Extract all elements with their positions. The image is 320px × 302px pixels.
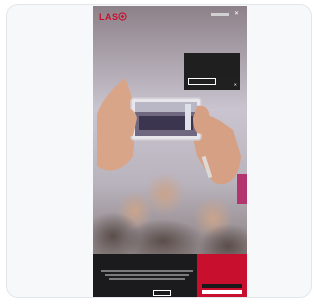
site-header: LAS ✕ bbox=[93, 6, 247, 28]
cookie-settings-button[interactable] bbox=[202, 290, 242, 294]
cookie-accept-button[interactable] bbox=[202, 284, 242, 288]
hero-cta-button[interactable] bbox=[153, 290, 171, 296]
logo-mark-icon bbox=[118, 12, 127, 21]
cookie-consent-panel bbox=[197, 254, 247, 297]
hero-text-line bbox=[109, 278, 185, 280]
mobile-page-screenshot: LAS ✕ ✕ bbox=[93, 6, 247, 297]
close-icon[interactable]: ✕ bbox=[234, 82, 237, 87]
preview-card: LAS ✕ ✕ bbox=[6, 4, 312, 298]
header-link[interactable] bbox=[211, 13, 229, 16]
hero-text-line bbox=[101, 270, 193, 272]
header-close-icon[interactable]: ✕ bbox=[234, 10, 239, 17]
popup-button[interactable] bbox=[188, 78, 216, 85]
site-logo[interactable]: LAS bbox=[99, 12, 119, 22]
newsletter-popup: ✕ bbox=[184, 53, 240, 90]
hero-text-line bbox=[105, 274, 189, 276]
